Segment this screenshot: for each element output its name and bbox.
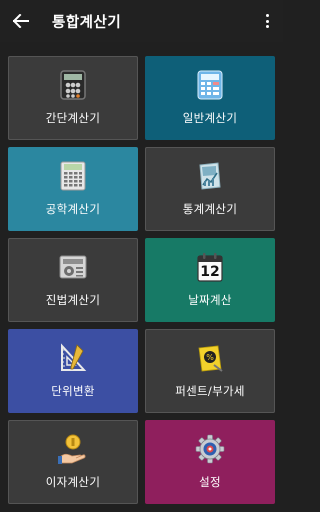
- tile-label: 일반계산기: [182, 111, 238, 125]
- calendar-icon: 12: [195, 252, 225, 282]
- svg-text:%: %: [206, 353, 214, 362]
- tile-label: 설정: [199, 475, 221, 489]
- tile-label: 공학계산기: [45, 202, 101, 216]
- ruler-icon: [58, 343, 88, 373]
- tile-settings[interactable]: 설정: [145, 420, 275, 504]
- tile-label: 간단계산기: [45, 111, 101, 125]
- tile-label: 단위변환: [51, 384, 95, 398]
- tile-label: 진법계산기: [45, 293, 101, 307]
- tile-label: 이자계산기: [45, 475, 101, 489]
- more-vert-icon[interactable]: [261, 11, 273, 31]
- statistics-icon: [195, 161, 225, 191]
- settings-gear-icon: [195, 434, 225, 464]
- calendar-number: 12: [200, 264, 220, 280]
- page-title: 통합계산기: [52, 14, 122, 31]
- tile-interest-calculator[interactable]: 이자계산기: [8, 420, 138, 504]
- tile-scientific-calculator[interactable]: 공학계산기: [8, 147, 138, 231]
- tile-label: 퍼센트/부가세: [175, 384, 245, 398]
- tile-label: 날짜계산: [188, 293, 232, 307]
- tile-statistics-calculator[interactable]: 통계계산기: [145, 147, 275, 231]
- tile-general-calculator[interactable]: 일반계산기: [145, 56, 275, 140]
- tile-unit-conversion[interactable]: 단위변환: [8, 329, 138, 413]
- arrow-left-icon[interactable]: [10, 10, 32, 32]
- tile-label: 통계계산기: [182, 202, 238, 216]
- tile-percent-vat[interactable]: % 퍼센트/부가세: [145, 329, 275, 413]
- tile-base-calculator[interactable]: 진법계산기: [8, 238, 138, 322]
- calculator-blue-icon: [195, 70, 225, 100]
- tile-date-calculator[interactable]: 12 날짜계산: [145, 238, 275, 322]
- calculator-dark-icon: [58, 70, 88, 100]
- coin-hand-icon: [58, 434, 88, 464]
- scientific-calculator-icon: [58, 161, 88, 191]
- app-bar: 통합계산기: [0, 0, 283, 42]
- base-converter-icon: [58, 252, 88, 282]
- percent-note-icon: %: [195, 343, 225, 373]
- tile-simple-calculator[interactable]: 간단계산기: [8, 56, 138, 140]
